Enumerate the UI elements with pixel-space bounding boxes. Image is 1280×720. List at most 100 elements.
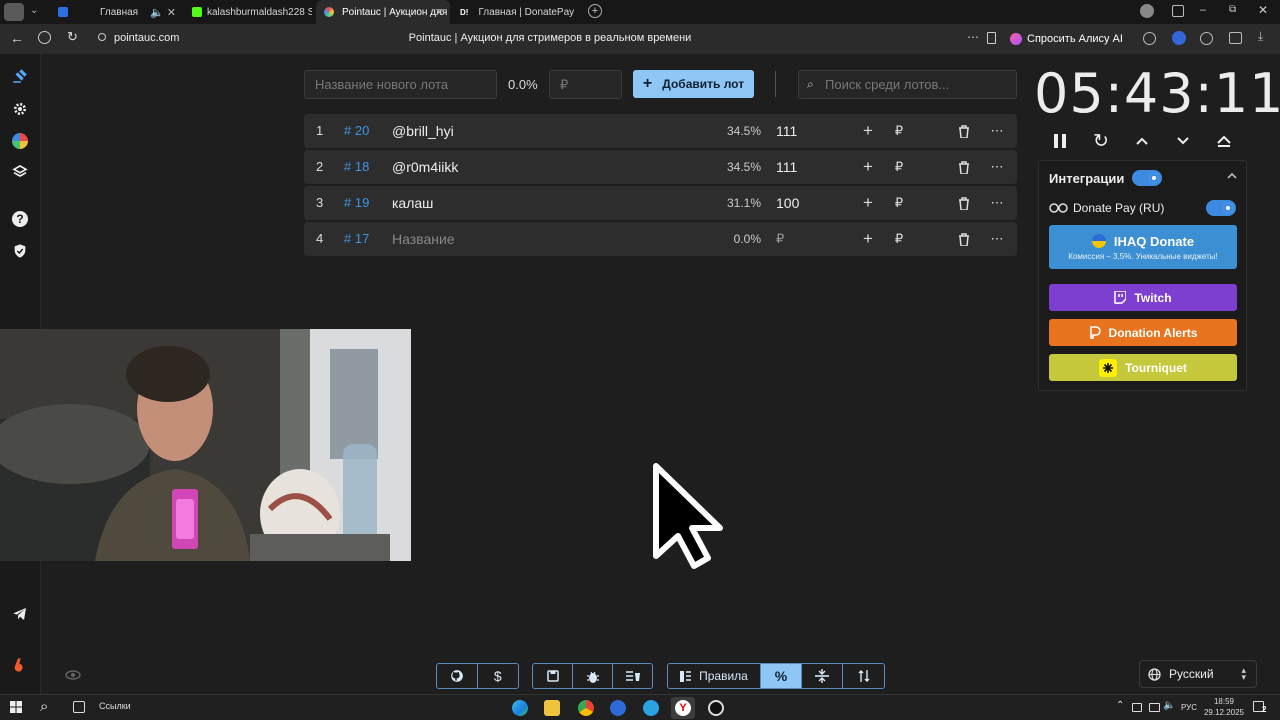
rules-button[interactable]: Правила	[668, 664, 761, 688]
search-icon[interactable]: ⌕	[40, 698, 48, 715]
twitch-button[interactable]: Twitch	[1049, 284, 1237, 311]
tourniquet-button[interactable]: Tourniquet	[1049, 354, 1237, 381]
lot-amount[interactable]: 111	[776, 150, 797, 184]
tray-icon[interactable]	[1132, 703, 1142, 712]
downloads-icon[interactable]: ⤓	[1258, 29, 1263, 44]
donation-alerts-button[interactable]: Donation Alerts	[1049, 319, 1237, 346]
add-amount-icon[interactable]: +	[860, 229, 876, 248]
network-icon[interactable]	[1149, 703, 1160, 712]
lot-name[interactable]: @brill_hyi	[392, 114, 454, 148]
ruble-icon[interactable]: ₽	[891, 123, 907, 139]
profile-avatar[interactable]	[1140, 4, 1154, 18]
ruble-icon[interactable]: ₽	[891, 195, 907, 211]
telegram-icon[interactable]	[10, 604, 30, 624]
increase-time-icon[interactable]	[1131, 130, 1153, 152]
clock-date[interactable]: 29.12.2025	[1202, 708, 1246, 717]
auction-hammer-icon[interactable]	[10, 66, 30, 86]
new-tab-icon[interactable]: +	[588, 4, 602, 18]
minimize-icon[interactable]: –	[1200, 4, 1206, 16]
browser-logo-icon[interactable]	[4, 3, 24, 21]
add-lot-button[interactable]: + Добавить лот	[633, 70, 754, 98]
eye-icon[interactable]	[65, 670, 81, 680]
lot-name[interactable]: Название	[392, 222, 455, 256]
boosty-icon[interactable]	[10, 655, 30, 675]
restore-icon[interactable]: ⧉	[1229, 4, 1236, 15]
tray-chevron-icon[interactable]: ⌃	[1116, 700, 1124, 711]
help-icon[interactable]: ?	[10, 209, 30, 229]
more-options-icon[interactable]: ⋯	[989, 195, 1005, 211]
sort-icon[interactable]	[843, 664, 884, 688]
lot-amount[interactable]: ₽	[776, 222, 784, 256]
tab-home[interactable]: Главная 🔈 ✕	[50, 0, 182, 24]
telegram-taskbar-icon[interactable]	[643, 700, 659, 716]
chrome-icon[interactable]	[578, 700, 594, 716]
language-select[interactable]: Русский ▴ ▾	[1139, 660, 1257, 688]
task-view-icon[interactable]	[73, 701, 85, 713]
tabs-dropdown-icon[interactable]: ⌄	[30, 5, 38, 16]
windows-start-icon[interactable]	[10, 701, 22, 713]
integrations-toggle[interactable]	[1132, 170, 1162, 186]
extension-icon[interactable]	[1172, 31, 1186, 45]
trash-icon[interactable]	[956, 123, 972, 139]
close-window-icon[interactable]: ✕	[1258, 3, 1268, 17]
settings-gear-icon[interactable]	[10, 99, 30, 119]
edge-icon[interactable]	[512, 700, 528, 716]
github-icon[interactable]	[437, 664, 478, 688]
pause-icon[interactable]	[1049, 130, 1071, 152]
decrease-time-icon[interactable]	[1172, 130, 1194, 152]
max-time-icon[interactable]	[1213, 130, 1235, 152]
mute-icon[interactable]: 🔈	[150, 6, 164, 19]
input-language[interactable]: РУС	[1181, 703, 1197, 712]
app-check-icon[interactable]	[610, 700, 626, 716]
lot-amount[interactable]: 100	[776, 186, 799, 220]
add-amount-icon[interactable]: +	[860, 193, 876, 212]
more-icon[interactable]: ⋯	[967, 30, 979, 44]
close-tab-icon[interactable]: ✕	[167, 6, 176, 19]
more-options-icon[interactable]: ⋯	[989, 159, 1005, 175]
save-icon[interactable]	[533, 664, 573, 688]
add-amount-icon[interactable]: +	[860, 121, 876, 140]
wheel-icon[interactable]	[10, 131, 30, 151]
lot-search-input[interactable]: ⌕ Поиск среди лотов...	[798, 70, 1017, 99]
explorer-icon[interactable]	[544, 700, 560, 716]
add-amount-icon[interactable]: +	[860, 157, 876, 176]
more-options-icon[interactable]: ⋯	[989, 231, 1005, 247]
percent-toggle-button[interactable]: %	[761, 664, 802, 688]
more-options-icon[interactable]: ⋯	[989, 123, 1005, 139]
tab-kick[interactable]: kalashburmaldash228 Stre	[184, 0, 312, 24]
ihaq-donate-button[interactable]: IHAQ Donate Комиссия – 3,5%. Уникальные …	[1049, 225, 1237, 269]
shield-check-icon[interactable]	[10, 241, 30, 261]
donatepay-toggle[interactable]	[1206, 200, 1236, 216]
new-lot-name-input[interactable]: Название нового лота	[304, 70, 497, 99]
close-tab-icon[interactable]: ✕	[435, 6, 444, 19]
lot-amount[interactable]: 111	[776, 114, 797, 148]
bookmark-icon[interactable]	[987, 32, 996, 44]
clock-time[interactable]: 18:59	[1204, 697, 1244, 706]
tab-donatepay[interactable]: D! Главная | DonatePay	[452, 0, 586, 24]
ruble-icon[interactable]: ₽	[891, 231, 907, 247]
amount-input[interactable]: ₽	[549, 70, 622, 99]
lot-name[interactable]: @r0m4iikk	[392, 150, 458, 184]
trash-icon[interactable]	[956, 159, 972, 175]
yandex-browser-icon[interactable]: Y	[671, 697, 695, 719]
layers-icon[interactable]	[10, 162, 30, 182]
tab-pointauc[interactable]: Pointauc | Аукцион для ✕	[316, 0, 450, 24]
reset-timer-icon[interactable]: ↻	[1090, 130, 1112, 152]
volume-icon[interactable]: 🔈	[1163, 700, 1175, 711]
lot-name[interactable]: калаш	[392, 186, 433, 220]
ruble-icon[interactable]: ₽	[891, 159, 907, 175]
ask-alisa-button[interactable]: Спросить Алису AI	[1010, 29, 1123, 49]
trash-icon[interactable]	[956, 195, 972, 211]
compress-icon[interactable]	[802, 664, 843, 688]
notifications-icon[interactable]	[1172, 5, 1184, 17]
collapse-icon[interactable]	[1227, 173, 1237, 179]
clear-list-icon[interactable]	[613, 664, 652, 688]
donate-dollar-icon[interactable]: $	[478, 664, 519, 688]
obs-icon[interactable]	[708, 700, 724, 716]
screenshot-icon[interactable]	[1229, 32, 1242, 44]
trash-icon[interactable]	[956, 231, 972, 247]
media-icon[interactable]	[1200, 32, 1213, 45]
links-label[interactable]: Ссылки	[99, 701, 131, 711]
bug-icon[interactable]	[573, 664, 613, 688]
translate-icon[interactable]	[1143, 32, 1156, 45]
